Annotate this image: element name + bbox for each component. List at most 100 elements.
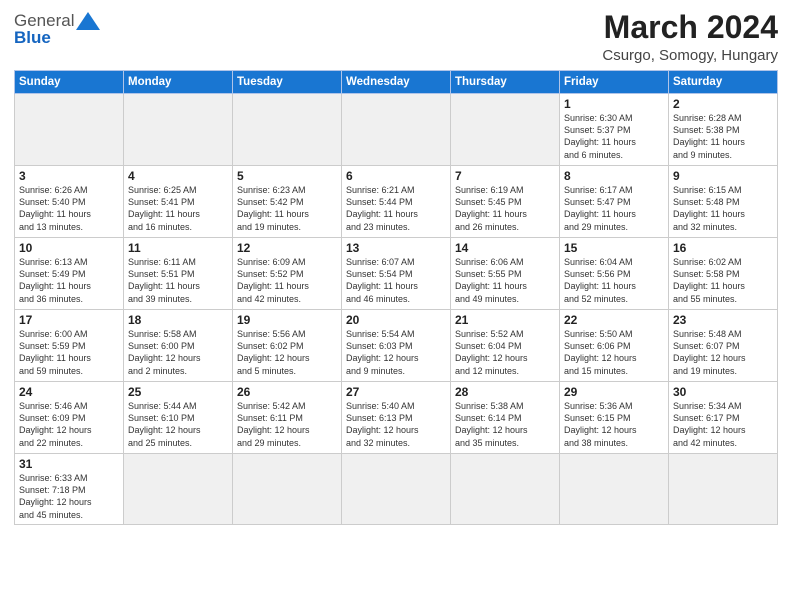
calendar-cell: 20Sunrise: 5:54 AM Sunset: 6:03 PM Dayli… [342, 310, 451, 382]
day-number: 5 [237, 169, 337, 183]
day-info: Sunrise: 6:17 AM Sunset: 5:47 PM Dayligh… [564, 184, 664, 233]
day-info: Sunrise: 5:44 AM Sunset: 6:10 PM Dayligh… [128, 400, 228, 449]
day-number: 23 [673, 313, 773, 327]
calendar-cell: 3Sunrise: 6:26 AM Sunset: 5:40 PM Daylig… [15, 166, 124, 238]
location: Csurgo, Somogy, Hungary [602, 47, 778, 64]
day-number: 19 [237, 313, 337, 327]
calendar-cell: 28Sunrise: 5:38 AM Sunset: 6:14 PM Dayli… [451, 382, 560, 454]
day-info: Sunrise: 6:06 AM Sunset: 5:55 PM Dayligh… [455, 256, 555, 305]
calendar-week-row: 17Sunrise: 6:00 AM Sunset: 5:59 PM Dayli… [15, 310, 778, 382]
calendar-week-row: 10Sunrise: 6:13 AM Sunset: 5:49 PM Dayli… [15, 238, 778, 310]
calendar-cell [124, 454, 233, 525]
day-number: 26 [237, 385, 337, 399]
day-number: 25 [128, 385, 228, 399]
weekday-header: Thursday [451, 71, 560, 94]
day-info: Sunrise: 6:19 AM Sunset: 5:45 PM Dayligh… [455, 184, 555, 233]
day-number: 27 [346, 385, 446, 399]
calendar-cell [124, 94, 233, 166]
day-info: Sunrise: 5:40 AM Sunset: 6:13 PM Dayligh… [346, 400, 446, 449]
calendar-cell: 4Sunrise: 6:25 AM Sunset: 5:41 PM Daylig… [124, 166, 233, 238]
day-info: Sunrise: 5:48 AM Sunset: 6:07 PM Dayligh… [673, 328, 773, 377]
day-info: Sunrise: 6:28 AM Sunset: 5:38 PM Dayligh… [673, 112, 773, 161]
weekday-header: Tuesday [233, 71, 342, 94]
calendar-cell [560, 454, 669, 525]
calendar-cell: 7Sunrise: 6:19 AM Sunset: 5:45 PM Daylig… [451, 166, 560, 238]
day-number: 13 [346, 241, 446, 255]
day-info: Sunrise: 6:26 AM Sunset: 5:40 PM Dayligh… [19, 184, 119, 233]
calendar-cell: 27Sunrise: 5:40 AM Sunset: 6:13 PM Dayli… [342, 382, 451, 454]
day-number: 4 [128, 169, 228, 183]
day-number: 10 [19, 241, 119, 255]
logo-blue: Blue [14, 28, 51, 48]
day-number: 8 [564, 169, 664, 183]
calendar-cell: 6Sunrise: 6:21 AM Sunset: 5:44 PM Daylig… [342, 166, 451, 238]
day-number: 22 [564, 313, 664, 327]
day-info: Sunrise: 6:30 AM Sunset: 5:37 PM Dayligh… [564, 112, 664, 161]
calendar-cell: 30Sunrise: 5:34 AM Sunset: 6:17 PM Dayli… [669, 382, 778, 454]
day-number: 12 [237, 241, 337, 255]
calendar-cell: 13Sunrise: 6:07 AM Sunset: 5:54 PM Dayli… [342, 238, 451, 310]
weekday-header: Sunday [15, 71, 124, 94]
day-info: Sunrise: 6:04 AM Sunset: 5:56 PM Dayligh… [564, 256, 664, 305]
header: General Blue March 2024 Csurgo, Somogy, … [14, 10, 778, 64]
calendar-cell [15, 94, 124, 166]
logo: General Blue [14, 10, 102, 48]
day-info: Sunrise: 5:56 AM Sunset: 6:02 PM Dayligh… [237, 328, 337, 377]
day-number: 18 [128, 313, 228, 327]
calendar-cell: 26Sunrise: 5:42 AM Sunset: 6:11 PM Dayli… [233, 382, 342, 454]
day-info: Sunrise: 6:11 AM Sunset: 5:51 PM Dayligh… [128, 256, 228, 305]
day-info: Sunrise: 6:21 AM Sunset: 5:44 PM Dayligh… [346, 184, 446, 233]
day-info: Sunrise: 6:13 AM Sunset: 5:49 PM Dayligh… [19, 256, 119, 305]
day-info: Sunrise: 5:46 AM Sunset: 6:09 PM Dayligh… [19, 400, 119, 449]
month-year: March 2024 [602, 10, 778, 45]
day-number: 31 [19, 457, 119, 471]
day-number: 17 [19, 313, 119, 327]
day-number: 24 [19, 385, 119, 399]
calendar-cell [451, 454, 560, 525]
day-number: 29 [564, 385, 664, 399]
calendar-cell: 15Sunrise: 6:04 AM Sunset: 5:56 PM Dayli… [560, 238, 669, 310]
weekday-header: Monday [124, 71, 233, 94]
day-info: Sunrise: 6:09 AM Sunset: 5:52 PM Dayligh… [237, 256, 337, 305]
calendar-cell [342, 94, 451, 166]
day-info: Sunrise: 5:38 AM Sunset: 6:14 PM Dayligh… [455, 400, 555, 449]
day-info: Sunrise: 6:02 AM Sunset: 5:58 PM Dayligh… [673, 256, 773, 305]
calendar-cell: 12Sunrise: 6:09 AM Sunset: 5:52 PM Dayli… [233, 238, 342, 310]
calendar-cell: 18Sunrise: 5:58 AM Sunset: 6:00 PM Dayli… [124, 310, 233, 382]
day-number: 20 [346, 313, 446, 327]
day-number: 15 [564, 241, 664, 255]
calendar-cell [233, 454, 342, 525]
weekday-header: Wednesday [342, 71, 451, 94]
calendar-cell: 31Sunrise: 6:33 AM Sunset: 7:18 PM Dayli… [15, 454, 124, 525]
day-number: 3 [19, 169, 119, 183]
calendar-cell [342, 454, 451, 525]
day-number: 11 [128, 241, 228, 255]
calendar-cell: 10Sunrise: 6:13 AM Sunset: 5:49 PM Dayli… [15, 238, 124, 310]
day-number: 1 [564, 97, 664, 111]
page: General Blue March 2024 Csurgo, Somogy, … [0, 0, 792, 612]
calendar-cell: 9Sunrise: 6:15 AM Sunset: 5:48 PM Daylig… [669, 166, 778, 238]
calendar-cell: 8Sunrise: 6:17 AM Sunset: 5:47 PM Daylig… [560, 166, 669, 238]
day-info: Sunrise: 6:07 AM Sunset: 5:54 PM Dayligh… [346, 256, 446, 305]
calendar-cell: 24Sunrise: 5:46 AM Sunset: 6:09 PM Dayli… [15, 382, 124, 454]
calendar-cell: 1Sunrise: 6:30 AM Sunset: 5:37 PM Daylig… [560, 94, 669, 166]
day-info: Sunrise: 6:00 AM Sunset: 5:59 PM Dayligh… [19, 328, 119, 377]
calendar-cell: 16Sunrise: 6:02 AM Sunset: 5:58 PM Dayli… [669, 238, 778, 310]
weekday-header: Friday [560, 71, 669, 94]
calendar-week-row: 24Sunrise: 5:46 AM Sunset: 6:09 PM Dayli… [15, 382, 778, 454]
day-number: 14 [455, 241, 555, 255]
day-info: Sunrise: 5:50 AM Sunset: 6:06 PM Dayligh… [564, 328, 664, 377]
calendar-cell [233, 94, 342, 166]
calendar-cell: 22Sunrise: 5:50 AM Sunset: 6:06 PM Dayli… [560, 310, 669, 382]
day-info: Sunrise: 5:34 AM Sunset: 6:17 PM Dayligh… [673, 400, 773, 449]
title-block: March 2024 Csurgo, Somogy, Hungary [602, 10, 778, 64]
day-info: Sunrise: 6:25 AM Sunset: 5:41 PM Dayligh… [128, 184, 228, 233]
day-number: 7 [455, 169, 555, 183]
calendar-cell: 11Sunrise: 6:11 AM Sunset: 5:51 PM Dayli… [124, 238, 233, 310]
day-info: Sunrise: 5:42 AM Sunset: 6:11 PM Dayligh… [237, 400, 337, 449]
calendar-cell [451, 94, 560, 166]
calendar-week-row: 1Sunrise: 6:30 AM Sunset: 5:37 PM Daylig… [15, 94, 778, 166]
day-number: 30 [673, 385, 773, 399]
day-number: 2 [673, 97, 773, 111]
calendar-header-row: SundayMondayTuesdayWednesdayThursdayFrid… [15, 71, 778, 94]
